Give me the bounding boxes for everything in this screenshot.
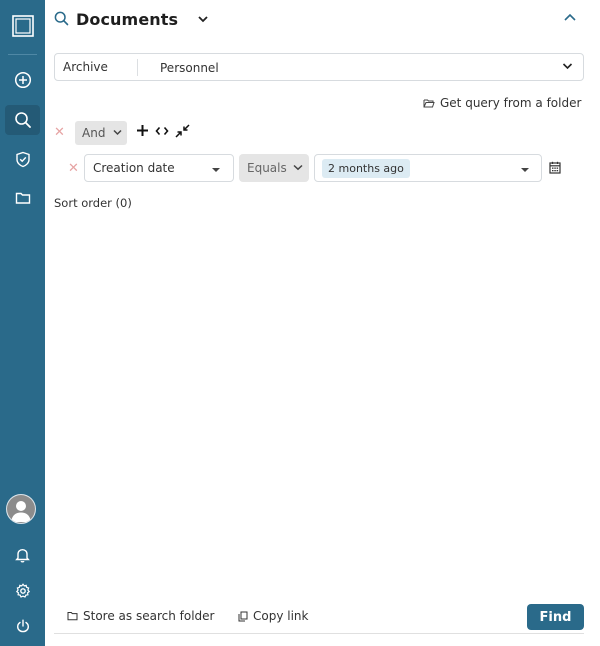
get-query-from-folder-label: Get query from a folder [440, 96, 582, 110]
footer-divider [54, 633, 584, 634]
app-logo-icon [11, 15, 34, 37]
sidebar-item-security[interactable] [5, 144, 40, 174]
chevron-down-icon [293, 164, 303, 171]
comparator-select[interactable]: Equals [239, 154, 309, 182]
folder-icon [15, 192, 30, 204]
comparator-value: Equals [247, 161, 287, 175]
remove-group-icon[interactable]: ✕ [54, 126, 65, 139]
sidebar-item-new[interactable] [5, 65, 40, 95]
get-query-from-folder-link[interactable]: Get query from a folder [423, 96, 581, 110]
caret-down-icon [212, 168, 220, 172]
archive-divider [137, 59, 138, 76]
caret-down-icon [521, 168, 529, 172]
store-as-search-folder-label: Store as search folder [83, 609, 215, 623]
sort-order-toggle[interactable]: Sort order (0) [54, 196, 132, 210]
archive-select[interactable]: Archive Personnel [54, 53, 584, 81]
gear-icon [15, 583, 30, 598]
user-avatar[interactable] [6, 494, 36, 524]
find-button[interactable]: Find [527, 604, 584, 630]
code-brackets-icon[interactable] [155, 126, 169, 136]
user-avatar-icon [7, 495, 35, 523]
chevron-down-icon [113, 129, 122, 136]
calendar-icon[interactable] [549, 161, 561, 174]
copy-link-label: Copy link [253, 609, 309, 623]
store-as-search-folder-link[interactable]: Store as search folder [67, 609, 214, 623]
sidebar-item-settings[interactable] [5, 576, 40, 606]
value-tag: 2 months ago [322, 159, 410, 178]
operator-select[interactable]: And [75, 121, 127, 145]
field-select[interactable]: Creation date [84, 154, 234, 182]
search-icon [14, 112, 31, 128]
sidebar-item-folders[interactable] [5, 183, 40, 213]
copy-icon [238, 611, 248, 621]
copy-link-button[interactable]: Copy link [238, 609, 308, 623]
add-condition-icon[interactable] [136, 124, 149, 137]
collapse-arrows-icon[interactable] [175, 124, 190, 138]
shield-check-icon [15, 151, 30, 167]
chevron-down-icon[interactable] [197, 15, 209, 23]
folder-open-icon [423, 99, 435, 108]
chevron-up-icon[interactable] [563, 13, 577, 22]
remove-condition-icon[interactable]: ✕ [68, 162, 79, 175]
archive-label: Archive [63, 60, 108, 74]
search-icon [54, 11, 69, 26]
page-title: Documents [76, 10, 179, 29]
bell-icon [15, 548, 30, 563]
operator-value: And [82, 126, 106, 140]
chevron-down-icon [562, 63, 573, 70]
value-select[interactable]: 2 months ago [314, 154, 542, 182]
folder-icon [67, 612, 78, 621]
power-icon [16, 619, 29, 633]
sidebar-item-notifications[interactable] [5, 540, 40, 570]
archive-value: Personnel [160, 61, 219, 75]
sidebar-item-search[interactable] [5, 105, 40, 135]
plus-circle-icon [14, 71, 31, 89]
app-logo-button[interactable] [5, 11, 40, 41]
sidebar-divider [8, 54, 37, 55]
field-value: Creation date [93, 161, 175, 175]
sidebar-item-logout[interactable] [5, 611, 40, 641]
sidebar [0, 0, 45, 646]
